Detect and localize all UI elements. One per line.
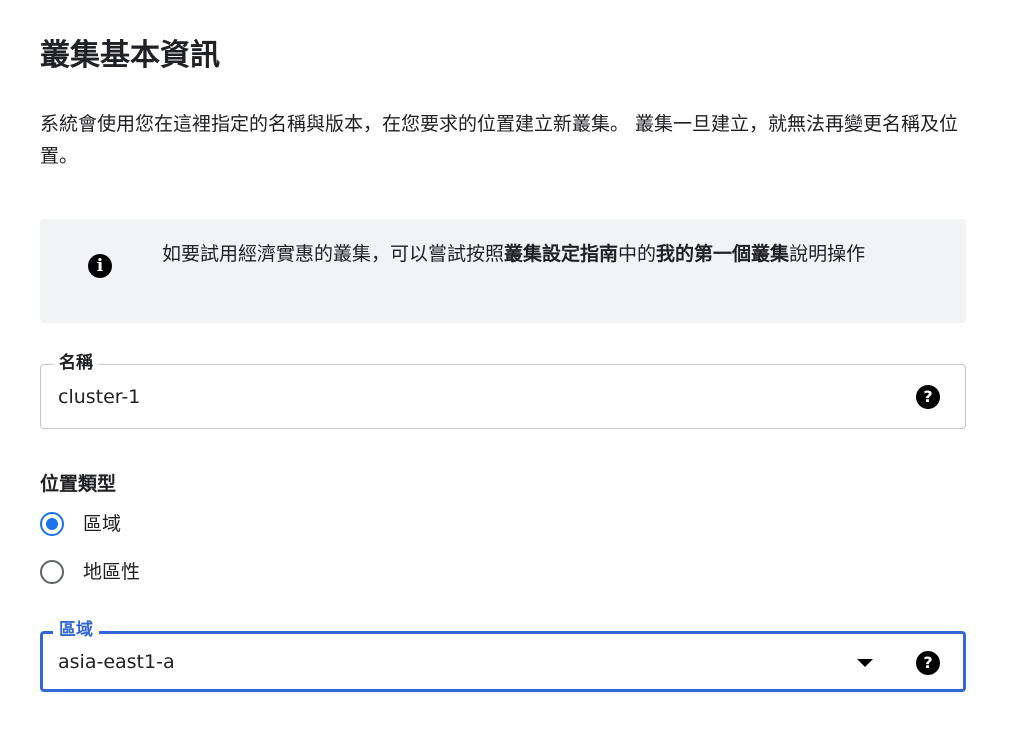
dropdown-arrow-icon[interactable] [857,659,873,667]
page-description: 系統會使用您在這裡指定的名稱與版本，在您要求的位置建立新叢集。 叢集一旦建立，就… [40,113,959,167]
cluster-setup-guide-link[interactable]: 叢集設定指南 [504,243,618,265]
info-banner: i 如要試用經濟實惠的叢集，可以嘗試按照叢集設定指南中的我的第一個叢集說明操作 [40,219,966,323]
info-text-before: 如要試用經濟實惠的叢集，可以嘗試按照 [162,243,505,265]
info-text-after: 說明操作 [789,243,866,265]
page-title: 叢集基本資訊 [40,38,220,73]
radio-button-unchecked[interactable] [40,560,64,584]
zone-select-label: 區域 [53,619,99,641]
info-text-middle: 中的 [618,243,657,265]
radio-label-regional: 地區性 [83,561,141,583]
help-icon[interactable]: ? [916,651,940,675]
cluster-name-field[interactable]: 名稱 cluster-1 ? [40,352,966,429]
zone-select-field[interactable]: 區域 asia-east1-a ? [40,619,966,692]
radio-button-checked[interactable] [40,512,64,536]
cluster-name-label: 名稱 [53,352,99,374]
info-banner-text: 如要試用經濟實惠的叢集，可以嘗試按照叢集設定指南中的我的第一個叢集說明操作 [162,237,932,271]
radio-option-zonal[interactable]: 區域 [40,508,121,540]
my-first-cluster-link[interactable]: 我的第一個叢集 [656,243,789,265]
location-type-label: 位置類型 [40,473,117,495]
zone-select-value[interactable]: asia-east1-a [58,650,175,674]
radio-option-regional[interactable]: 地區性 [40,556,140,588]
help-icon[interactable]: ? [916,385,940,409]
radio-label-zonal: 區域 [83,513,122,535]
cluster-name-input[interactable]: cluster-1 [58,385,140,409]
info-icon: i [88,254,112,278]
